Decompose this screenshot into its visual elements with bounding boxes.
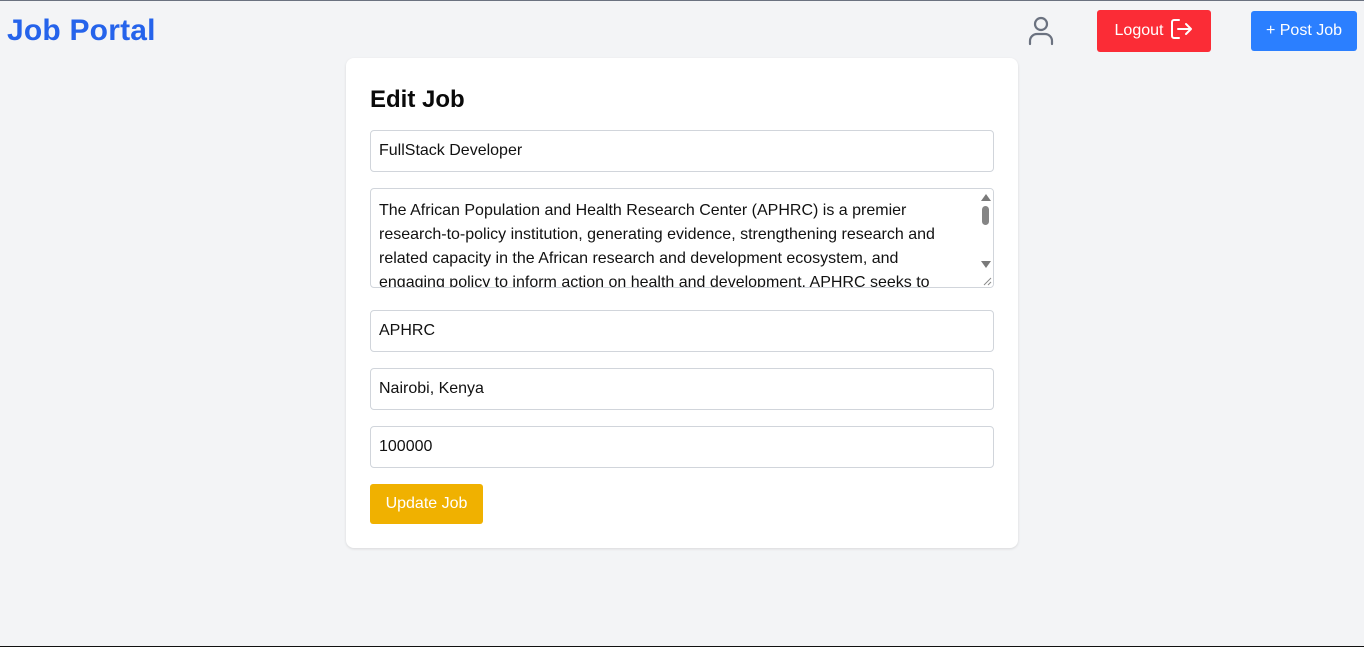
- resize-grip-icon[interactable]: [982, 276, 992, 286]
- user-profile-icon[interactable]: [1027, 16, 1055, 46]
- scroll-down-arrow-icon[interactable]: [981, 261, 991, 268]
- page-title: Edit Job: [370, 86, 465, 113]
- update-job-button[interactable]: Update Job: [370, 484, 483, 524]
- logout-icon: [1171, 18, 1193, 44]
- post-job-button[interactable]: + Post Job: [1251, 11, 1357, 51]
- salary-input[interactable]: [370, 426, 994, 468]
- job-title-input[interactable]: [370, 130, 994, 172]
- job-description-textarea[interactable]: The African Population and Health Resear…: [370, 188, 994, 288]
- job-description-text: The African Population and Health Resear…: [379, 202, 935, 288]
- description-scrollbar[interactable]: [977, 189, 993, 287]
- company-input[interactable]: [370, 310, 994, 352]
- logout-label: Logout: [1114, 22, 1164, 39]
- app-logo-title[interactable]: Job Portal: [7, 13, 156, 49]
- edit-job-card: Edit Job The African Population and Heal…: [346, 58, 1018, 548]
- scroll-thumb[interactable]: [982, 206, 989, 225]
- scroll-up-arrow-icon[interactable]: [981, 194, 991, 201]
- logout-button[interactable]: Logout: [1097, 10, 1211, 52]
- location-input[interactable]: [370, 368, 994, 410]
